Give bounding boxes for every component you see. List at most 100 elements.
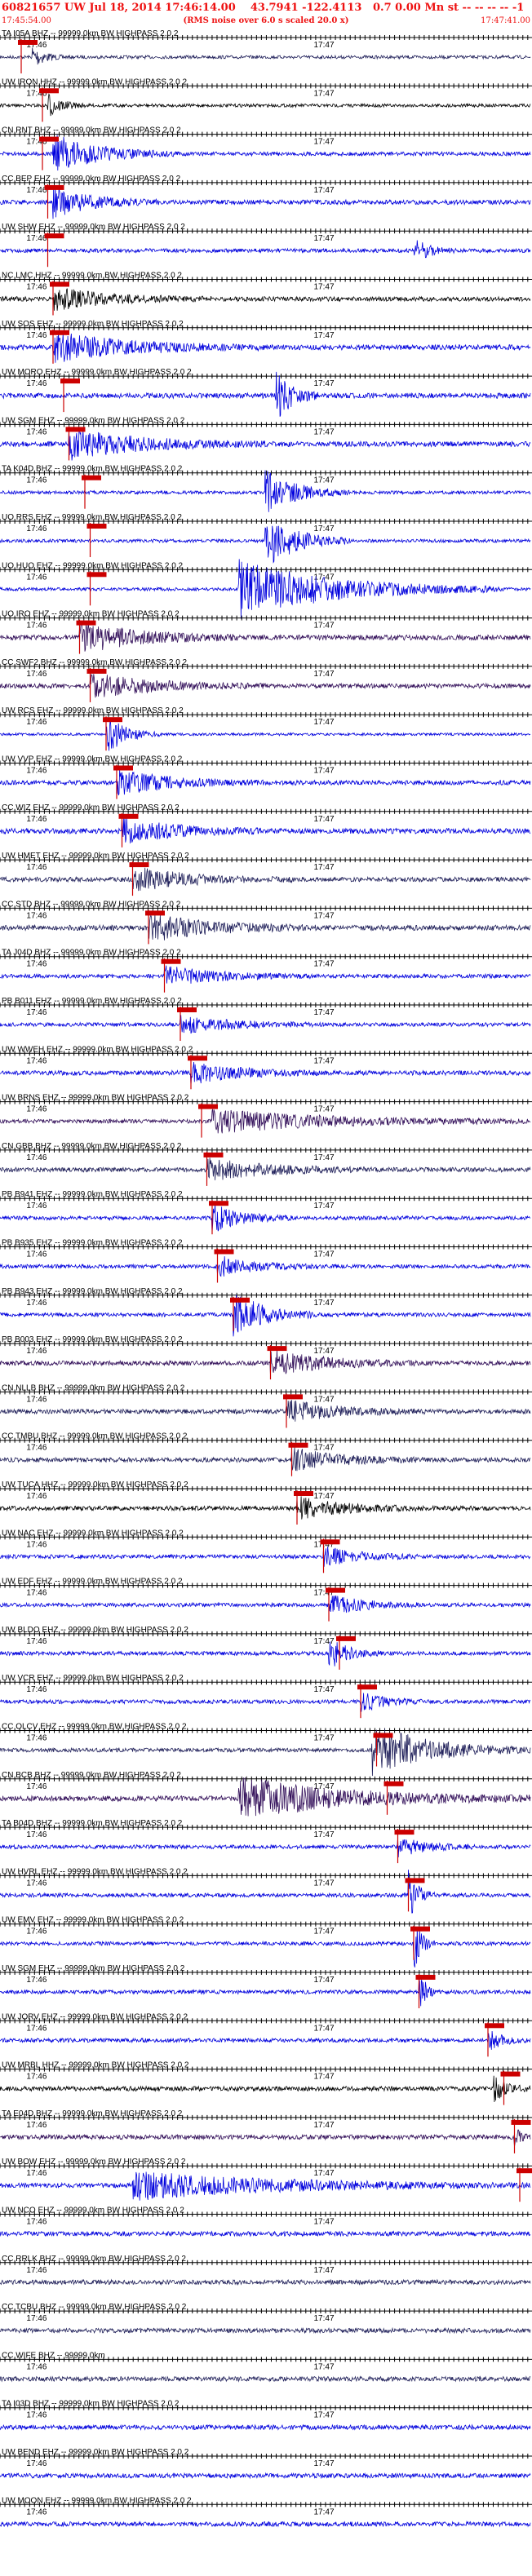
minute-label-1746: 17:46 <box>26 186 47 195</box>
minute-label-1747: 17:47 <box>314 2073 335 2082</box>
waveform <box>0 47 531 65</box>
pick-marker <box>50 330 69 335</box>
minute-label-1747: 17:47 <box>314 1008 335 1017</box>
trace-30: CC TMBU BHZ -- 99999.0km BW HIGHPASS 2.0… <box>0 1432 532 1476</box>
end-time-label: 17:47:41.00 <box>481 16 530 25</box>
trace-label: TA J04D BHZ -- 99999.0km BW HIGHPASS 2.0… <box>2 949 181 958</box>
waveform <box>0 240 531 259</box>
minute-label-1747: 17:47 <box>314 138 335 147</box>
pick-marker <box>485 2023 504 2029</box>
trace-label: TA B04D BHZ -- 99999.0km BW HIGHPASS 2.0… <box>2 1819 183 1828</box>
pick-marker <box>209 1201 228 1206</box>
minute-label-1747: 17:47 <box>314 427 335 436</box>
pick-marker <box>177 1007 197 1012</box>
pick-marker <box>500 2071 521 2077</box>
pick-marker <box>336 1635 356 1641</box>
minute-label-1747: 17:47 <box>314 767 335 776</box>
trace-stack: TA I05A BHZ -- 99999.0km BW HIGHPASS 2.0… <box>0 29 532 2528</box>
trace-22: UW WWEH EHZ -- 99999.0km BW HIGHPASS 2.0… <box>0 1045 532 1090</box>
minute-label-1746: 17:46 <box>26 670 47 679</box>
pick-marker <box>76 620 96 626</box>
minute-label-1747: 17:47 <box>314 670 335 679</box>
trace-7: UW SOS EHZ -- 99999.0km BW HIGHPASS 2.0 … <box>0 320 532 364</box>
pick-marker <box>60 378 80 384</box>
pick-marker <box>145 910 165 916</box>
trace-label: CN RNT BHZ -- 99999.0km BW HIGHPASS 2.0 … <box>2 126 181 135</box>
minute-label-1747: 17:47 <box>314 863 335 872</box>
trace-label: UW BLDO EHZ -- 99999.0km BW HIGHPASS 2.0… <box>2 1626 188 1635</box>
pick-marker <box>394 1830 415 1835</box>
trace-label: PB B011 EHZ -- 99999.0km BW HIGHPASS 2.0… <box>2 997 182 1006</box>
trace-label: CN BCB BHZ -- 99999.0km BW HIGHPASS 2.0 … <box>2 1771 181 1780</box>
trace-label: CC TMBU BHZ -- 99999.0km BW HIGHPASS 2.0… <box>2 1432 188 1441</box>
pick-marker <box>198 1104 218 1109</box>
minute-label-1746: 17:46 <box>26 767 47 776</box>
trace-label: CC WIZ EHZ -- 99999.0km BW HIGHPASS 2.0 … <box>2 803 180 812</box>
trace-label: PB B003 EHZ -- 99999.0km BW HIGHPASS 2.0… <box>2 1335 183 1344</box>
pick-marker <box>39 88 59 94</box>
minute-label-1747: 17:47 <box>314 1347 335 1356</box>
pick-marker <box>214 1249 234 1255</box>
minute-label-1747: 17:47 <box>314 186 335 195</box>
pick-marker <box>113 765 133 771</box>
pick-marker <box>373 1733 393 1738</box>
trace-label: UW SHW EHZ -- 99999.0km BW HIGHPASS 2.0 … <box>2 223 185 232</box>
trace-19: CC STD BHZ -- 99999.0km BW HIGHPASS 2.0 … <box>0 900 532 945</box>
pick-marker <box>405 1878 425 1883</box>
waveform <box>0 1400 531 1422</box>
minute-label-1747: 17:47 <box>314 524 335 533</box>
trace-label: PB B935 EHZ -- 99999.0km BW HIGHPASS 2.0… <box>2 1239 183 1248</box>
minute-label-1747: 17:47 <box>314 89 335 98</box>
trace-38: TA B04D BHZ -- 99999.0km BW HIGHPASS 2.0… <box>0 1819 532 1864</box>
waveform <box>0 470 531 512</box>
waveform <box>0 2030 531 2050</box>
waveform <box>0 1496 531 1520</box>
minute-label-1746: 17:46 <box>26 960 47 969</box>
waveform <box>0 332 531 363</box>
minute-label-1747: 17:47 <box>314 1492 335 1501</box>
trace-label: CN GBB BHZ -- 99999.0km BW HIGHPASS 2.0 … <box>2 1142 182 1151</box>
waveform <box>0 1157 531 1180</box>
pick-marker <box>39 136 59 142</box>
pick-marker <box>357 1684 377 1690</box>
minute-label-1747: 17:47 <box>314 283 335 292</box>
minute-label-1746: 17:46 <box>26 427 47 436</box>
minute-label-1746: 17:46 <box>26 1492 47 1501</box>
minute-label-1747: 17:47 <box>314 960 335 969</box>
rms-noise-note: (RMS noise over 6.0 s scaled 20.0 x) <box>183 16 349 25</box>
waveform <box>0 914 531 941</box>
trace-label: UW HMET EHZ -- 99999.0km BW HIGHPASS 2.0… <box>2 852 189 861</box>
minute-label-1747: 17:47 <box>314 1153 335 1162</box>
waveform <box>0 674 531 698</box>
minute-label-1747: 17:47 <box>314 379 335 388</box>
trace-32: UW NAC EHZ -- 99999.0km BW HIGHPASS 2.0 … <box>0 1529 532 1573</box>
trace-label: UW SOS EHZ -- 99999.0km BW HIGHPASS 2.0 … <box>2 320 184 329</box>
waveform <box>0 429 531 461</box>
pick-marker <box>161 958 181 964</box>
waveform <box>0 1927 531 1967</box>
minute-label-1746: 17:46 <box>26 1444 47 1453</box>
trace-label: UO RRS EHZ -- 99999.0km BW HIGHPASS 2.0 … <box>2 513 182 522</box>
waveform <box>0 525 531 564</box>
minute-label-1747: 17:47 <box>314 331 335 340</box>
record-header: 60821657 UW Jul 18, 2014 17:46:14.00 43.… <box>0 0 532 28</box>
event-title: 60821657 UW Jul 18, 2014 17:46:14.00 43.… <box>2 2 525 14</box>
minute-label-1747: 17:47 <box>314 1830 335 1839</box>
pick-marker <box>129 862 149 868</box>
minute-label-1746: 17:46 <box>26 1782 47 1791</box>
pick-marker <box>82 475 101 480</box>
trace-label: CC OLCV EHZ -- 99999.0km BW HIGHPASS 2.0… <box>2 1723 187 1732</box>
waveform <box>0 1837 531 1858</box>
trace-label: UW SGM EHZ -- 99999.0km BW HIGHPASS 2.0 … <box>2 1964 185 1973</box>
trace-label: CC BEP EHZ -- 99999.0km BW HIGHPASS 2.0 … <box>2 175 181 184</box>
trace-label: UW RCS EHZ -- 99999.0km BW HIGHPASS 2.0 … <box>2 706 184 715</box>
trace-3: CN RNT BHZ -- 99999.0km BW HIGHPASS 2.0 … <box>0 126 532 171</box>
waveform <box>0 1109 531 1134</box>
pick-marker <box>50 281 69 287</box>
trace-18: UW HMET EHZ -- 99999.0km BW HIGHPASS 2.0… <box>0 852 532 896</box>
trace-label: UW VCR EHZ -- 99999.0km BW HIGHPASS 2.0 … <box>2 1674 184 1683</box>
trace-label: CC SWF2 BHZ -- 99999.0km BW HIGHPASS 2.0… <box>2 658 188 667</box>
minute-label-1746: 17:46 <box>26 1589 47 1598</box>
waveform <box>0 965 531 984</box>
minute-label-1746: 17:46 <box>26 234 47 243</box>
